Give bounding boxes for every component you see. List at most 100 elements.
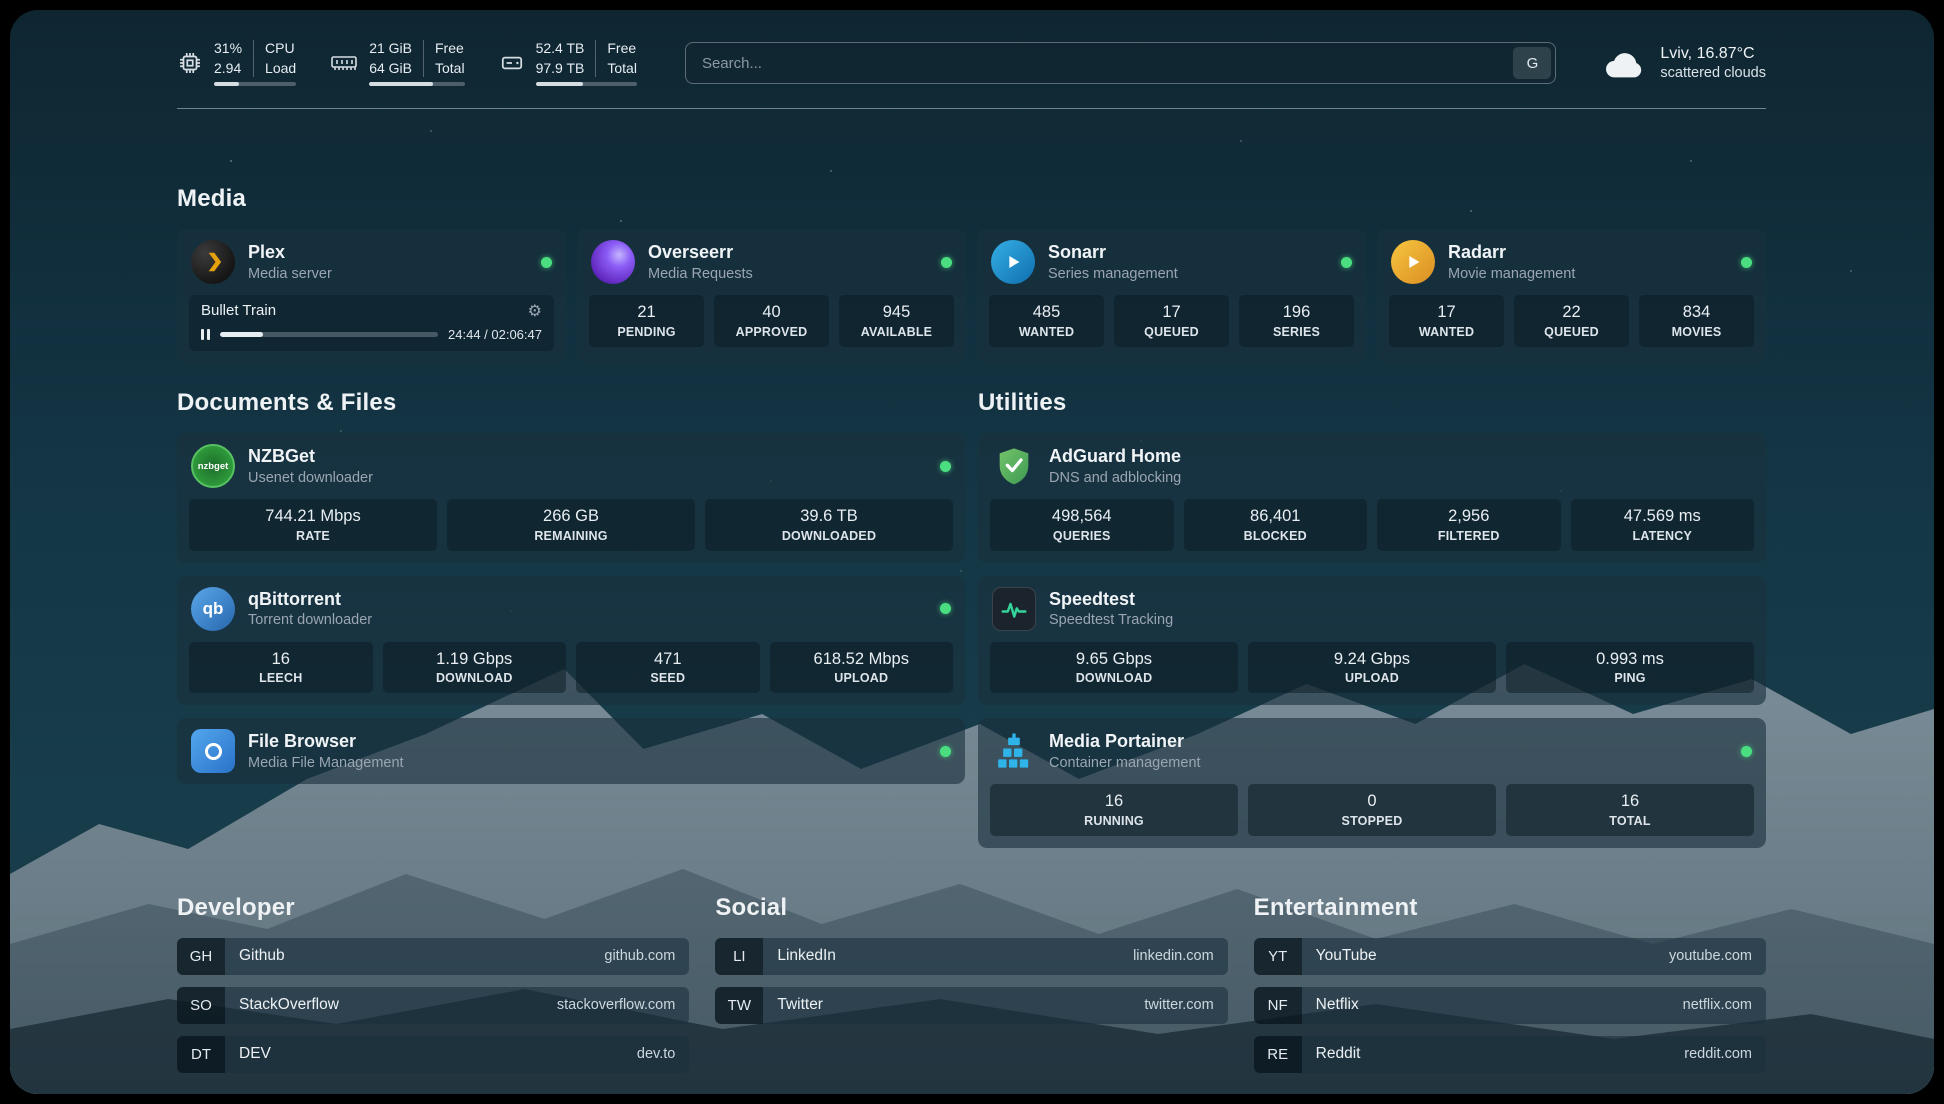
stat-queries: 498,564QUERIES bbox=[990, 499, 1174, 551]
stat-download: 1.19 GbpsDOWNLOAD bbox=[383, 642, 567, 694]
stat-remaining: 266 GBREMAINING bbox=[447, 499, 695, 551]
stat-movies: 834MOVIES bbox=[1639, 295, 1754, 347]
gear-icon[interactable]: ⚙ bbox=[528, 303, 542, 319]
bookmark-netflix[interactable]: NF Netflix netflix.com bbox=[1254, 987, 1766, 1024]
cpu-load-label: Load bbox=[265, 60, 296, 78]
pause-button[interactable] bbox=[201, 329, 210, 340]
bookmark-dev[interactable]: DT DEV dev.to bbox=[177, 1036, 689, 1073]
service-card-radarr[interactable]: Radarr Movie management 17WANTED 22QUEUE… bbox=[1377, 229, 1766, 363]
service-card-sonarr[interactable]: Sonarr Series management 485WANTED 17QUE… bbox=[977, 229, 1366, 363]
bookmark-name: Twitter bbox=[777, 996, 823, 1014]
service-name: AdGuard Home bbox=[1049, 446, 1181, 468]
overseerr-icon bbox=[591, 240, 635, 284]
memory-progress-bar bbox=[369, 82, 464, 86]
section-title-utilities: Utilities bbox=[978, 389, 1766, 417]
bookmark-name: YouTube bbox=[1316, 947, 1377, 965]
service-name: NZBGet bbox=[248, 446, 373, 468]
service-description: Series management bbox=[1048, 266, 1178, 282]
bookmark-abbr: YT bbox=[1254, 938, 1302, 975]
playback-progress-bar[interactable] bbox=[220, 332, 438, 337]
dashboard-screen: 31% 2.94 CPU Load bbox=[0, 0, 1944, 1104]
bookmark-name: Github bbox=[239, 947, 285, 965]
bookmark-abbr: RE bbox=[1254, 1036, 1302, 1073]
service-name: Speedtest bbox=[1049, 589, 1173, 611]
section-utilities: Utilities bbox=[978, 389, 1766, 848]
service-card-speedtest[interactable]: Speedtest Speedtest Tracking 9.65 GbpsDO… bbox=[978, 576, 1766, 706]
stat-queued: 17QUEUED bbox=[1114, 295, 1229, 347]
search-input[interactable] bbox=[685, 42, 1556, 84]
bookmark-url: linkedin.com bbox=[1133, 948, 1214, 964]
adguard-icon bbox=[992, 444, 1036, 488]
status-dot bbox=[941, 257, 952, 268]
service-name: Plex bbox=[248, 242, 332, 264]
service-description: Movie management bbox=[1448, 266, 1575, 282]
service-card-adguard[interactable]: AdGuard Home DNS and adblocking 498,564Q… bbox=[978, 433, 1766, 563]
weather-condition: scattered clouds bbox=[1660, 65, 1766, 81]
status-dot bbox=[940, 603, 951, 614]
bookmark-url: netflix.com bbox=[1683, 997, 1752, 1013]
bookmark-abbr: DT bbox=[177, 1036, 225, 1073]
service-description: Speedtest Tracking bbox=[1049, 612, 1173, 628]
search-provider-button[interactable]: G bbox=[1513, 47, 1551, 79]
section-title-social: Social bbox=[715, 894, 1227, 922]
service-card-overseerr[interactable]: Overseerr Media Requests 21PENDING 40APP… bbox=[577, 229, 966, 363]
speedtest-icon bbox=[992, 587, 1036, 631]
filebrowser-icon bbox=[191, 729, 235, 773]
stat-rate: 744.21 MbpsRATE bbox=[189, 499, 437, 551]
nzbget-icon: nzbget bbox=[191, 444, 235, 488]
service-card-filebrowser[interactable]: File Browser Media File Management bbox=[177, 718, 965, 784]
service-name: File Browser bbox=[248, 731, 404, 753]
service-name: Sonarr bbox=[1048, 242, 1178, 264]
section-title-entertainment: Entertainment bbox=[1254, 894, 1766, 922]
service-card-nzbget[interactable]: nzbget NZBGet Usenet downloader 744.21 M… bbox=[177, 433, 965, 563]
divider bbox=[253, 40, 254, 77]
bookmark-stackoverflow[interactable]: SO StackOverflow stackoverflow.com bbox=[177, 987, 689, 1024]
bookmark-linkedin[interactable]: LI LinkedIn linkedin.com bbox=[715, 938, 1227, 975]
plex-now-playing: Bullet Train ⚙ 24:44 / 02:06:47 bbox=[189, 295, 554, 351]
bookmark-name: DEV bbox=[239, 1045, 271, 1063]
stat-seed: 471SEED bbox=[576, 642, 760, 694]
service-name: Overseerr bbox=[648, 242, 753, 264]
bookmark-group-developer: Developer GH Github github.com SO bbox=[177, 894, 689, 1073]
divider bbox=[595, 40, 596, 77]
resource-widgets: 31% 2.94 CPU Load bbox=[177, 40, 637, 86]
memory-total-label: Total bbox=[435, 60, 465, 78]
stat-series: 196SERIES bbox=[1239, 295, 1354, 347]
bookmark-url: reddit.com bbox=[1684, 1046, 1752, 1062]
bookmark-url: twitter.com bbox=[1144, 997, 1213, 1013]
service-card-qbittorrent[interactable]: qb qBittorrent Torrent downloader 16LEEC… bbox=[177, 576, 965, 706]
status-dot bbox=[1741, 257, 1752, 268]
section-title-developer: Developer bbox=[177, 894, 689, 922]
service-card-portainer[interactable]: Media Portainer Container management 16R… bbox=[978, 718, 1766, 848]
stat-blocked: 86,401BLOCKED bbox=[1184, 499, 1368, 551]
now-playing-title: Bullet Train bbox=[201, 302, 276, 319]
status-dot bbox=[1341, 257, 1352, 268]
status-dot bbox=[541, 257, 552, 268]
stat-latency: 47.569 msLATENCY bbox=[1571, 499, 1755, 551]
stat-total: 16TOTAL bbox=[1506, 784, 1754, 836]
bookmark-url: youtube.com bbox=[1669, 948, 1752, 964]
bookmark-twitter[interactable]: TW Twitter twitter.com bbox=[715, 987, 1227, 1024]
service-description: Media Requests bbox=[648, 266, 753, 282]
disk-total-value: 97.9 TB bbox=[536, 60, 585, 78]
stat-pending: 21PENDING bbox=[589, 295, 704, 347]
stat-download: 9.65 GbpsDOWNLOAD bbox=[990, 642, 1238, 694]
stat-wanted: 17WANTED bbox=[1389, 295, 1504, 347]
divider bbox=[423, 40, 424, 77]
stat-wanted: 485WANTED bbox=[989, 295, 1104, 347]
stat-filtered: 2,956FILTERED bbox=[1377, 499, 1561, 551]
bookmark-youtube[interactable]: YT YouTube youtube.com bbox=[1254, 938, 1766, 975]
bookmark-reddit[interactable]: RE Reddit reddit.com bbox=[1254, 1036, 1766, 1073]
service-card-plex[interactable]: Plex Media server Bullet Train ⚙ bbox=[177, 229, 566, 363]
status-dot bbox=[940, 461, 951, 472]
bookmark-abbr: NF bbox=[1254, 987, 1302, 1024]
cpu-usage-value: 31% bbox=[214, 40, 242, 58]
bookmark-name: StackOverflow bbox=[239, 996, 339, 1014]
dashboard-canvas: 31% 2.94 CPU Load bbox=[10, 10, 1934, 1094]
service-name: Radarr bbox=[1448, 242, 1575, 264]
stat-approved: 40APPROVED bbox=[714, 295, 829, 347]
service-description: Torrent downloader bbox=[248, 612, 372, 628]
bookmark-github[interactable]: GH Github github.com bbox=[177, 938, 689, 975]
stat-running: 16RUNNING bbox=[990, 784, 1238, 836]
memory-icon bbox=[330, 52, 358, 74]
